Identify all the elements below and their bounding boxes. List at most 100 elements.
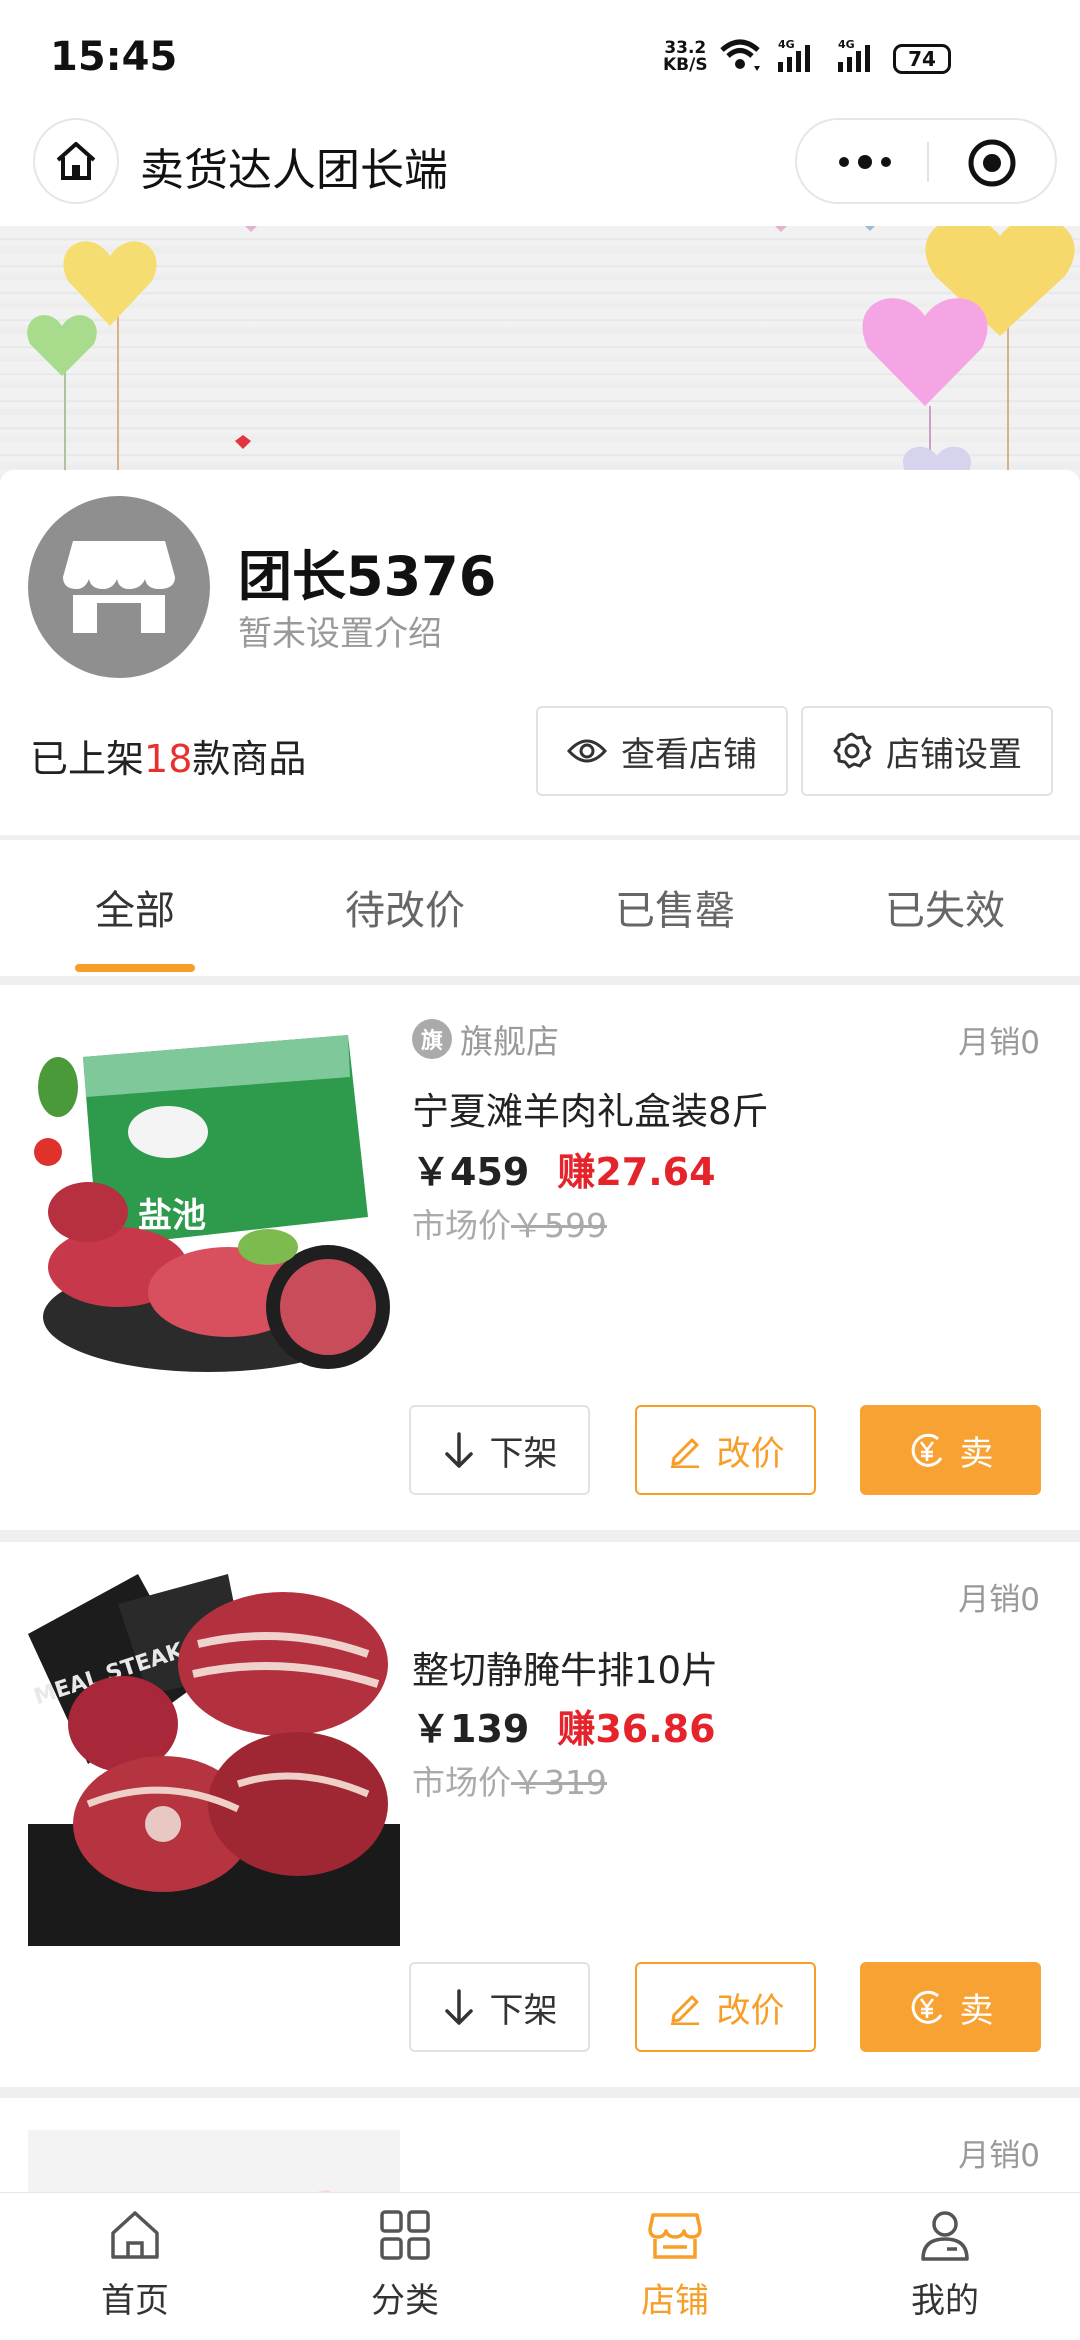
eye-icon (567, 739, 607, 763)
wifi-icon (720, 39, 760, 71)
cell-signal-2-icon: 4G (838, 38, 870, 72)
bottom-tab-bar: 首页 分类 店铺 我的 (0, 2192, 1080, 2340)
shop-settings-button[interactable]: 店铺设置 (801, 706, 1053, 796)
market-price-label: 市场价 (412, 1206, 511, 1245)
gear-icon (833, 732, 872, 769)
home-icon (111, 2211, 159, 2259)
product-image[interactable]: MEAL STEAK (28, 1574, 400, 1946)
pencil-icon (670, 1438, 699, 1468)
shop-avatar (28, 496, 210, 678)
tabbar-item-home[interactable]: 首页 (0, 2207, 270, 2337)
page: 15:45 33.2 KB/S 4G 4G 74 卖货达人团长端 团长5376 … (0, 0, 1080, 2340)
view-shop-button[interactable]: 查看店铺 (536, 706, 788, 796)
yen-coin-icon (911, 1433, 942, 1467)
market-price: 市场价￥599 (412, 1199, 607, 1247)
market-price: 市场价￥319 (412, 1756, 607, 1804)
net-speed: 33.2 KB/S (663, 40, 708, 74)
product-card: MEAL STEAK 月销0 整切静腌牛排10片 ￥139 赚36.86 市场价… (0, 1542, 1080, 2087)
tab-sold-out[interactable]: 已售罄 (540, 878, 810, 936)
product-image[interactable]: 盐池 (28, 1017, 400, 1389)
product-name[interactable]: 整切静腌牛排10片 (412, 1640, 718, 1694)
product-earning: 赚27.64 (557, 1150, 716, 1194)
monthly-sales: 月销0 (958, 1025, 1040, 1061)
shop-info-card: 团长5376 暂未设置介绍 已上架18款商品 查看店铺 店铺设置 (0, 470, 1080, 835)
product-card: 盐池 旗 旗舰店 月销0 宁夏滩羊肉礼盒装8斤 ￥459 赚27.64 市场价￥… (0, 985, 1080, 1530)
monthly-sales: 月销0 (958, 2138, 1040, 2174)
sell-button[interactable]: 卖 (860, 1405, 1041, 1495)
sell-label: 卖 (959, 1433, 994, 1474)
nav-bar: 卖货达人团长端 (0, 110, 1080, 226)
edit-price-button[interactable]: 改价 (635, 1962, 816, 2052)
store-icon (648, 2213, 702, 2259)
status-bar: 15:45 33.2 KB/S 4G 4G 74 (0, 0, 1080, 110)
status-time: 15:45 (50, 34, 178, 80)
tabbar-label-store: 店铺 (641, 2281, 709, 2321)
net-speed-unit: KB/S (663, 55, 708, 75)
shop-settings-label: 店铺设置 (886, 734, 1022, 775)
tabbar-label-category: 分类 (371, 2281, 439, 2321)
product-filter-tabs: 全部 待改价 已售罄 已失效 (0, 840, 1080, 976)
tab-pending-price[interactable]: 待改价 (270, 878, 540, 936)
more-button[interactable] (835, 140, 895, 184)
unlist-button[interactable]: 下架 (409, 1962, 590, 2052)
tab-all[interactable]: 全部 (0, 878, 270, 936)
storefront-icon (63, 541, 175, 633)
tabbar-item-category[interactable]: 分类 (270, 2207, 540, 2337)
page-title: 卖货达人团长端 (140, 145, 448, 196)
close-mini-program-button[interactable] (967, 138, 1017, 188)
balloons-decoration (27, 226, 1075, 476)
tab-expired[interactable]: 已失效 (810, 878, 1080, 936)
mini-program-capsule (795, 118, 1057, 204)
svg-text:4G: 4G (838, 38, 855, 51)
arrow-down-icon (444, 1432, 473, 1468)
arrow-down-icon (444, 1989, 473, 2025)
active-tab-indicator (75, 964, 195, 972)
home-button[interactable] (33, 118, 119, 204)
target-icon (968, 139, 1016, 187)
unlist-button[interactable]: 下架 (409, 1405, 590, 1495)
pencil-icon (670, 1995, 699, 2025)
product-price: ￥459 (412, 1150, 530, 1194)
tabbar-label-profile: 我的 (911, 2281, 979, 2321)
shop-name: 团长5376 (238, 545, 497, 608)
home-icon (56, 142, 96, 180)
listed-number: 18 (144, 737, 193, 781)
tabbar-item-store[interactable]: 店铺 (540, 2207, 810, 2337)
tabbar-label-home: 首页 (101, 2281, 169, 2321)
profile-icon (921, 2211, 969, 2261)
product-name[interactable]: 宁夏滩羊肉礼盒装8斤 (412, 1081, 769, 1135)
listed-count: 已上架18款商品 (30, 728, 306, 783)
sell-button[interactable]: 卖 (860, 1962, 1041, 2052)
flagship-badge-icon: 旗 (412, 1019, 452, 1059)
price-row: ￥459 赚27.64 (412, 1141, 716, 1196)
product-earning: 赚36.86 (557, 1707, 716, 1751)
shop-banner (0, 226, 1080, 476)
store-tag-label: 旗舰店 (460, 1022, 559, 1061)
edit-price-button[interactable]: 改价 (635, 1405, 816, 1495)
flagship-store-tag: 旗 旗舰店 (412, 1015, 559, 1063)
edit-price-label: 改价 (716, 1990, 785, 2031)
market-price-value: ￥319 (511, 1763, 607, 1802)
market-price-value: ￥599 (511, 1206, 607, 1245)
monthly-sales: 月销0 (958, 1582, 1040, 1618)
sell-label: 卖 (959, 1990, 994, 2031)
price-row: ￥139 赚36.86 (412, 1698, 716, 1753)
market-price-label: 市场价 (412, 1763, 511, 1802)
cell-signal-1-icon: 4G (778, 38, 810, 72)
edit-price-label: 改价 (716, 1433, 785, 1474)
listed-suffix: 款商品 (192, 737, 307, 781)
view-shop-label: 查看店铺 (621, 734, 757, 775)
yen-coin-icon (911, 1990, 942, 2024)
category-icon (380, 2210, 430, 2260)
product-price: ￥139 (412, 1707, 530, 1751)
capsule-divider (927, 142, 929, 182)
svg-text:4G: 4G (778, 38, 795, 51)
unlist-label: 下架 (489, 1433, 558, 1474)
unlist-label: 下架 (489, 1990, 558, 2031)
signal-icons: 4G 4G (720, 38, 870, 72)
tabbar-item-profile[interactable]: 我的 (810, 2207, 1080, 2337)
product-box-text: 盐池 (138, 1196, 206, 1236)
more-dots-icon (839, 155, 891, 169)
battery-indicator: 74 (893, 44, 951, 74)
listed-prefix: 已上架 (30, 737, 145, 781)
